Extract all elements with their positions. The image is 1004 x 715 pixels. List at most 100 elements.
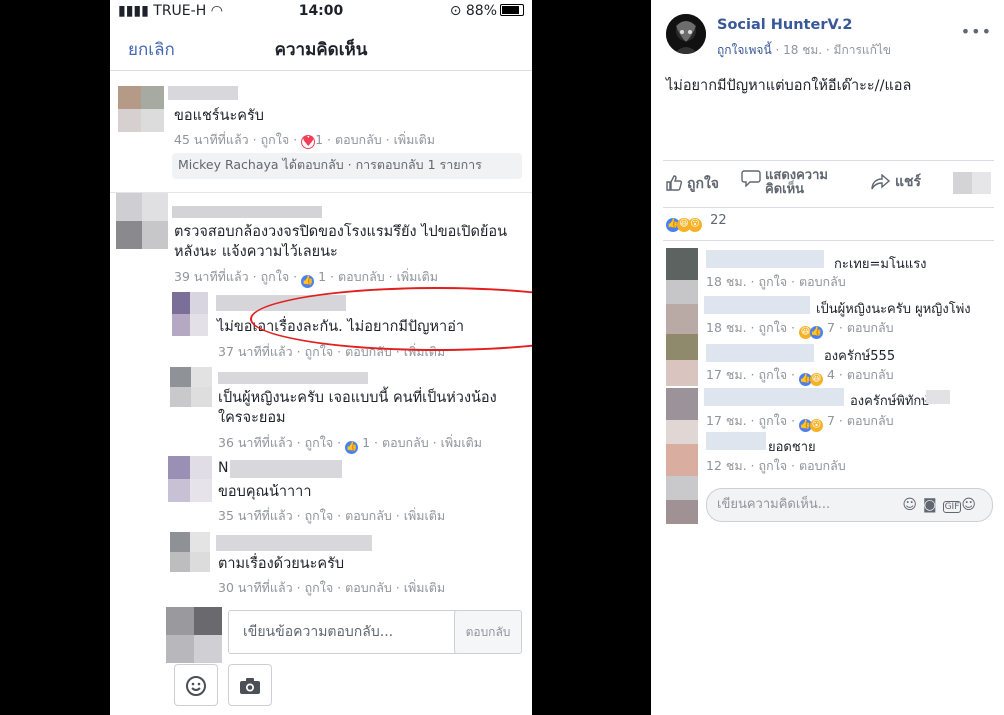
avatar[interactable] <box>666 304 698 336</box>
comment-text: ขอบคุณน้าาาา <box>218 484 312 500</box>
like-link[interactable]: ถูกใจ <box>759 458 788 473</box>
reply-link[interactable]: ตอบกลับ <box>382 435 429 450</box>
my-avatar <box>666 500 698 524</box>
reply-link[interactable]: ตอบกลับ <box>799 458 846 473</box>
like-label: ถูกใจ <box>687 176 719 192</box>
gif-icon[interactable]: GIF <box>942 501 962 513</box>
text-blurred <box>926 390 950 404</box>
like-link[interactable]: ถูกใจ <box>261 269 290 284</box>
reaction-count: 7 <box>826 320 835 335</box>
thumbs-up-icon <box>666 175 683 191</box>
more-link[interactable]: เพิ่มเติม <box>404 508 445 523</box>
comment-button[interactable]: แสดงความคิดเห็น <box>741 169 845 197</box>
avatar-fragment <box>666 476 698 500</box>
comment-text: องครักษ์555 <box>824 349 896 364</box>
like-link[interactable]: ถูกใจ <box>759 367 788 382</box>
battery: ⊙ 88% <box>450 3 524 19</box>
reply-summary[interactable]: Mickey Rachaya ได้ตอบกลับ · การตอบกลับ 1… <box>172 153 522 179</box>
commenter-name-blurred[interactable] <box>172 206 322 218</box>
avatar[interactable] <box>666 388 698 420</box>
reply-link[interactable]: ตอบกลับ <box>338 269 385 284</box>
reaction-count: 1 <box>315 132 324 147</box>
more-options-icon[interactable]: ••• <box>961 22 992 41</box>
reaction-summary[interactable]: 👍😆 😮 22 <box>666 213 727 232</box>
commenter-name-blurred[interactable] <box>168 86 238 100</box>
comment-meta: 39 นาทีที่แล้ว · ถูกใจ · 👍 1 · ตอบกลับ ·… <box>174 269 438 288</box>
reply-link[interactable]: ตอบกลับ <box>847 367 894 382</box>
status-bar: ▮▮▮▮ TRUE-H ◠ 14:00 ⊙ 88% <box>110 0 532 22</box>
sticker-icon[interactable]: ☺ <box>961 497 982 513</box>
like-link[interactable]: ถูกใจ <box>305 508 334 523</box>
comment-text: องครักษ์พิทักษ์ <box>850 394 930 409</box>
avatar[interactable] <box>666 248 698 280</box>
like-link[interactable]: ถูกใจ <box>305 580 334 595</box>
more-link[interactable]: เพิ่มเติม <box>441 435 482 450</box>
edited-label[interactable]: มีการแก้ไข <box>834 43 892 57</box>
like-link[interactable]: ถูกใจ <box>305 344 334 359</box>
reply-link[interactable]: ตอบกลับ <box>847 320 894 335</box>
more-link[interactable]: เพิ่มเติม <box>394 132 435 147</box>
page-title: ความคิดเห็น <box>274 40 368 60</box>
like-link[interactable]: ถูกใจ <box>759 274 788 289</box>
commenter-name-blurred[interactable] <box>230 460 342 478</box>
heart-icon: ♥ <box>301 134 316 150</box>
comment-time: 37 นาทีที่แล้ว <box>218 344 293 359</box>
commenter-name-blurred[interactable] <box>706 432 766 450</box>
comment-time: 12 ชม. <box>706 458 747 473</box>
commenter-name-blurred[interactable] <box>704 296 810 314</box>
reaction-count: 4 <box>826 367 835 382</box>
comment-input-icons: ☺◙ GIF ☺ <box>902 489 982 523</box>
commenter-name-blurred[interactable] <box>706 250 824 268</box>
avatar[interactable] <box>170 367 212 407</box>
reply-submit-button[interactable]: ตอบกลับ <box>454 610 522 654</box>
avatar[interactable] <box>168 456 212 502</box>
comment-time: 36 นาทีที่แล้ว <box>218 435 293 450</box>
more-link[interactable]: เพิ่มเติม <box>404 580 445 595</box>
avatar[interactable] <box>172 292 208 336</box>
page-name[interactable]: Social HunterV.2 <box>717 17 852 33</box>
reply-link[interactable]: ตอบกลับ <box>345 508 392 523</box>
comment-meta: 18 ชม. · ถูกใจ · ตอบกลับ <box>706 274 846 289</box>
battery-percent: 88% <box>465 3 497 19</box>
comment-text: ขอแชร์นะครับ <box>174 108 264 124</box>
camera-button[interactable] <box>228 664 272 706</box>
reaction-count: 7 <box>826 413 835 428</box>
comment-meta: 30 นาทีที่แล้ว · ถูกใจ · ตอบกลับ · เพิ่ม… <box>218 580 446 595</box>
avatar[interactable] <box>666 444 698 476</box>
avatar[interactable] <box>116 193 168 249</box>
reply-link[interactable]: ตอบกลับ <box>847 413 894 428</box>
post-time[interactable]: 18 ชม. <box>783 43 822 57</box>
reply-link[interactable]: ตอบกลับ <box>335 132 382 147</box>
avatar[interactable] <box>170 532 210 572</box>
comment-input[interactable]: เขียนความคิดเห็น... ☺◙ GIF ☺ <box>706 488 993 522</box>
more-link[interactable]: เพิ่มเติม <box>397 269 438 284</box>
like-link[interactable]: ถูกใจ <box>759 320 788 335</box>
reply-input[interactable]: เขียนข้อความตอบกลับ... <box>228 610 458 654</box>
avatar[interactable] <box>118 86 164 132</box>
like-link[interactable]: ถูกใจ <box>759 413 788 428</box>
liked-page-label[interactable]: ถูกใจเพจนี้ <box>717 43 772 57</box>
like-button[interactable]: ถูกใจ <box>665 174 719 192</box>
commenter-name-blurred[interactable] <box>216 535 372 551</box>
commenter-name-blurred[interactable] <box>706 344 814 362</box>
like-link[interactable]: ถูกใจ <box>261 132 290 147</box>
reply-link[interactable]: ตอบกลับ <box>345 580 392 595</box>
page-avatar[interactable] <box>666 14 706 54</box>
commenter-name-initial[interactable]: N <box>218 460 228 476</box>
wow-reaction-icon: 😮 <box>688 218 702 232</box>
like-reaction-icon: 👍 <box>301 275 315 288</box>
reaction-count: 1 <box>362 435 371 450</box>
camera-icon <box>240 677 260 694</box>
emoji-button[interactable] <box>174 664 218 706</box>
commenter-name-blurred[interactable] <box>218 372 368 384</box>
comment-text: กะเทย=มโนแรง <box>834 257 927 272</box>
emoji-icon[interactable]: ☺ <box>902 497 923 513</box>
camera-icon[interactable]: ◙ <box>923 497 943 513</box>
commenter-name-blurred[interactable] <box>704 388 844 406</box>
reply-link[interactable]: ตอบกลับ <box>799 274 846 289</box>
share-button[interactable]: แชร์ <box>871 173 921 190</box>
like-link[interactable]: ถูกใจ <box>305 435 334 450</box>
comment-text: เป็นผู้หญิงนะครับ เจอแบบนี้ คนที่เป็นห่ว… <box>218 390 497 426</box>
share-audience-blurred[interactable] <box>953 172 991 194</box>
post-text: ไม่อยากมีปัญหาแต่บอกให้อีเด๊าะะ//แอล <box>666 78 912 94</box>
